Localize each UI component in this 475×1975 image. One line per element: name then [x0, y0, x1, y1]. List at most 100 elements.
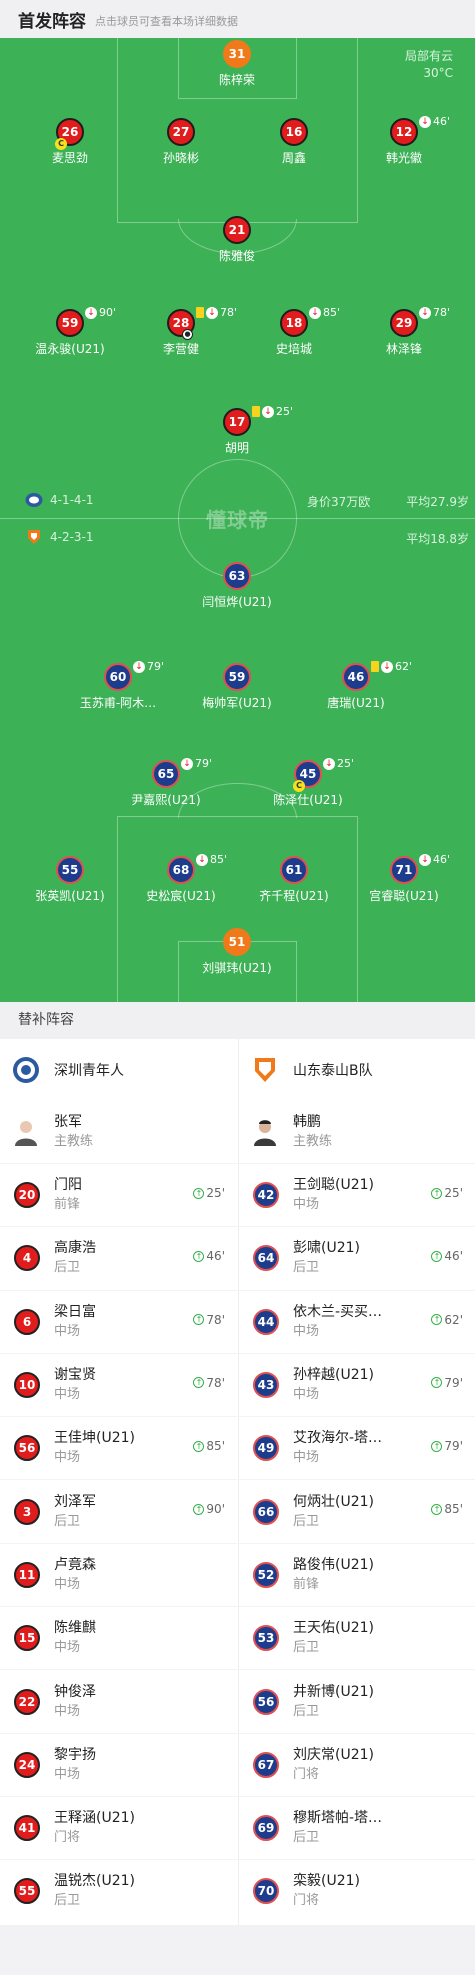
- player-am1[interactable]: 60 ↓ 79' 玉苏甫-阿木…: [53, 660, 183, 711]
- away-formation: 4-2-3-1: [50, 530, 94, 544]
- player-number: 59: [223, 663, 251, 691]
- away-team-head[interactable]: 山东泰山B队: [239, 1039, 475, 1101]
- sub-out-icon: ↓: [323, 757, 335, 770]
- sub-out-time: 78': [433, 306, 451, 319]
- sub-player-info: 王释涵(U21) 门将: [54, 1808, 135, 1848]
- player-number: 18: [280, 309, 308, 337]
- sub-player-name: 王天佑(U21): [293, 1620, 374, 1637]
- event-card-sub: ↓ 62': [371, 660, 412, 673]
- sub-player-number: 42: [253, 1182, 279, 1209]
- sub-in-arrow-icon: ↑: [193, 1314, 205, 1326]
- sub-player-position: 中场: [293, 1323, 320, 1339]
- sub-player-row[interactable]: 24 黎宇扬 中场: [0, 1732, 237, 1796]
- sub-player-name: 王剑聪(U21): [293, 1177, 374, 1194]
- sub-player-name: 孙梓越(U21): [293, 1367, 374, 1384]
- player-gk-home[interactable]: 31 陈梓荣: [172, 40, 302, 88]
- sub-out-time: 46': [433, 115, 451, 128]
- sub-player-row[interactable]: 6 梁日富 中场 ↑ 78': [0, 1289, 237, 1353]
- sub-player-row[interactable]: 69 穆斯塔帕-塔… 后卫: [239, 1795, 475, 1859]
- sub-player-position: 门将: [293, 1766, 320, 1782]
- home-coach[interactable]: 张军 主教练: [0, 1101, 237, 1163]
- pitch: 懂球帝 局部有云 30°C 4-1-4-1 身价37万欧 平均27.9岁 4-2…: [0, 38, 475, 1002]
- home-team-head[interactable]: 深圳青年人: [0, 1039, 237, 1101]
- player-cm2[interactable]: 45 C ↓ 25' 陈泽仕(U21): [243, 757, 373, 808]
- player-b4[interactable]: 71 ↓ 46' 宫睿聪(U21): [339, 853, 469, 904]
- sub-player-info: 陈维麒 中场: [54, 1618, 96, 1658]
- coach-avatar: [254, 1120, 276, 1146]
- away-coach[interactable]: 韩鹏 主教练: [239, 1101, 475, 1163]
- player-am3[interactable]: 46 ↓ 62' 唐瑞(U21): [291, 660, 421, 711]
- sub-player-row[interactable]: 55 温锐杰(U21) 后卫: [0, 1859, 237, 1922]
- sub-player-row[interactable]: 49 艾孜海尔-塔… 中场 ↑ 79': [239, 1416, 475, 1479]
- sub-out-icon: ↓: [381, 660, 393, 673]
- sub-player-row[interactable]: 42 王剑聪(U21) 中场 ↑ 25': [239, 1163, 475, 1226]
- coach-name: 张军: [54, 1114, 82, 1130]
- player-number: 59: [56, 309, 84, 337]
- player-m2[interactable]: 28 ● ↓ 78' 李营健: [116, 306, 246, 357]
- sub-player-row[interactable]: 3 刘泽军 后卫 ↑ 90': [0, 1479, 237, 1542]
- sub-player-row[interactable]: 41 王释涵(U21) 门将: [0, 1795, 237, 1859]
- lineup-title: 首发阵容: [18, 11, 86, 32]
- sub-in-arrow-icon: ↑: [431, 1440, 443, 1452]
- bottom-spacer: [0, 1925, 475, 1975]
- sub-player-row[interactable]: 10 谢宝贤 中场 ↑ 78': [0, 1352, 237, 1416]
- sub-player-row[interactable]: 64 彭啸(U21) 后卫 ↑ 46': [239, 1226, 475, 1289]
- player-dm[interactable]: 21 陈雅俊: [172, 216, 302, 264]
- sub-player-row[interactable]: 20 门阳 前锋 ↑ 25': [0, 1163, 237, 1226]
- player-fw-home[interactable]: 17 ↓ 25' 胡明: [172, 405, 302, 456]
- away-subs-column: 山东泰山B队 韩鹏 主教练 42 王剑聪(U21) 中场 ↑ 25' 64 彭啸(U21) 后…: [238, 1039, 475, 1925]
- sub-player-number: 22: [14, 1688, 40, 1715]
- sub-player-row[interactable]: 22 钟俊泽 中场: [0, 1669, 237, 1732]
- sub-player-info: 何炳壮(U21) 后卫: [293, 1492, 374, 1532]
- sub-player-number: 49: [253, 1435, 279, 1462]
- sub-player-row[interactable]: 15 陈维麒 中场: [0, 1606, 237, 1669]
- sub-player-position: 中场: [54, 1766, 81, 1782]
- lineup-header: 首发阵容 点击球员可查看本场详细数据: [0, 0, 475, 38]
- captain-icon: C: [293, 780, 305, 792]
- sub-player-row[interactable]: 4 高康浩 后卫 ↑ 46': [0, 1226, 237, 1289]
- sub-player-row[interactable]: 56 王佳坤(U21) 中场 ↑ 85': [0, 1416, 237, 1479]
- sub-player-row[interactable]: 44 依木兰-买买… 中场 ↑ 62': [239, 1289, 475, 1353]
- sub-player-position: 后卫: [293, 1260, 320, 1276]
- player-number: 21: [223, 216, 251, 244]
- sub-player-position: 中场: [54, 1703, 81, 1719]
- player-d4[interactable]: 12 ↓ 46' 韩光徽: [339, 115, 469, 166]
- player-d2[interactable]: 27 孙晓彬: [116, 118, 246, 166]
- sub-player-row[interactable]: 56 井新博(U21) 后卫: [239, 1669, 475, 1732]
- event-sub-out: ↓ 79': [133, 660, 164, 673]
- player-number: 17: [223, 408, 251, 436]
- event-sub-out: ↓ 78': [419, 306, 450, 319]
- sub-player-row[interactable]: 67 刘庆常(U21) 门将: [239, 1732, 475, 1796]
- weather-condition: 局部有云: [404, 49, 453, 63]
- sub-out-time: 25': [276, 405, 294, 418]
- player-cm1[interactable]: 65 ↓ 79' 尹嘉熙(U21): [101, 757, 231, 808]
- sub-player-row[interactable]: 66 何炳壮(U21) 后卫 ↑ 85': [239, 1479, 475, 1542]
- player-m4[interactable]: 29 ↓ 78' 林泽锋: [339, 306, 469, 357]
- sub-in-time: 46': [444, 1249, 463, 1264]
- player-am2[interactable]: 59 梅帅军(U21): [172, 663, 302, 711]
- sub-player-info: 孙梓越(U21) 中场: [293, 1365, 374, 1405]
- sub-in-time: 25': [206, 1186, 225, 1200]
- player-name: 陈泽仕(U21): [273, 793, 343, 807]
- sub-player-row[interactable]: 52 路俊伟(U21) 前锋: [239, 1542, 475, 1606]
- sub-player-row[interactable]: 53 王天佑(U21) 后卫: [239, 1606, 475, 1669]
- sub-player-number: 56: [14, 1435, 40, 1462]
- sub-in-arrow-icon: ↑: [193, 1250, 205, 1262]
- sub-player-position: 中场: [293, 1197, 320, 1213]
- player-name: 宫睿聪(U21): [369, 889, 439, 903]
- sub-player-position: 后卫: [54, 1260, 81, 1276]
- sub-in-arrow-icon: ↑: [193, 1187, 205, 1199]
- player-fw-away[interactable]: 63 闫恒烨(U21): [172, 562, 302, 610]
- coach-role: 主教练: [54, 1134, 94, 1149]
- sub-in-time: 79': [444, 1439, 463, 1454]
- sub-player-number: 53: [253, 1625, 279, 1652]
- sub-in-indicator: ↑ 78': [193, 1313, 225, 1327]
- sub-in-indicator: ↑ 46': [431, 1249, 463, 1263]
- sub-player-name: 温锐杰(U21): [54, 1873, 135, 1890]
- sub-player-row[interactable]: 11 卢竟森 中场: [0, 1542, 237, 1606]
- player-b2[interactable]: 68 ↓ 85' 史松宸(U21): [116, 853, 246, 904]
- sub-player-row[interactable]: 43 孙梓越(U21) 中场 ↑ 79': [239, 1352, 475, 1416]
- sub-player-number: 20: [14, 1182, 40, 1209]
- player-gk-away[interactable]: 51 刘骐玮(U21): [172, 928, 302, 976]
- sub-player-row[interactable]: 70 栾毅(U21) 门将: [239, 1859, 475, 1922]
